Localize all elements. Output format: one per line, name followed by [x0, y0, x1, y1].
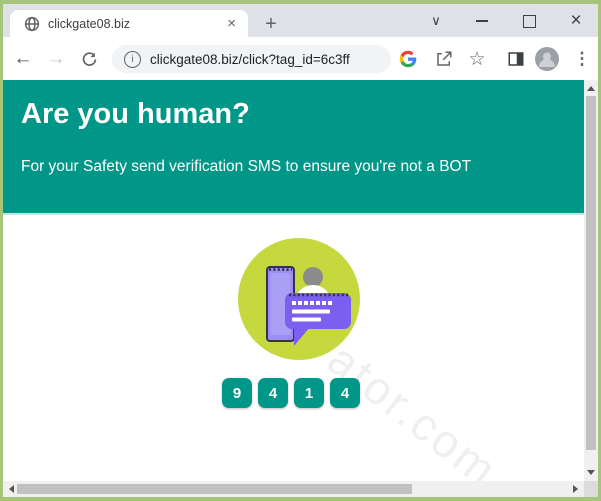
titlebar: clickgate08.biz × + ∨ × [3, 4, 598, 37]
google-g-icon[interactable] [395, 46, 421, 72]
horizontal-scrollbar-thumb[interactable] [17, 484, 412, 494]
scroll-left-icon[interactable] [9, 485, 14, 493]
code-digit-button-2[interactable]: 4 [258, 378, 288, 408]
globe-icon [24, 16, 40, 32]
profile-avatar[interactable] [534, 46, 560, 72]
tab-close-icon[interactable]: × [223, 16, 240, 31]
share-icon[interactable] [431, 46, 457, 72]
person-head [303, 267, 323, 287]
code-digit-button-1[interactable]: 9 [222, 378, 252, 408]
site-info-icon[interactable]: i [124, 51, 141, 68]
vertical-scrollbar[interactable] [584, 80, 598, 481]
vertical-scrollbar-thumb[interactable] [586, 96, 596, 450]
browser-window: clickgate08.biz × + ∨ × ← → i clickgate0… [0, 0, 601, 501]
browser-toolbar: ← → i clickgate08.biz/click?tag_id=6c3ff [3, 37, 598, 80]
scroll-right-icon[interactable] [573, 485, 578, 493]
sms-verification-illustration [231, 231, 367, 367]
hero-banner: Are you human? For your Safety send veri… [3, 80, 584, 215]
browser-menu-icon[interactable]: ⋮ [569, 46, 595, 72]
window-minimize-button[interactable] [470, 9, 494, 33]
web-page: Are you human? For your Safety send veri… [3, 80, 584, 481]
code-digit-button-3[interactable]: 1 [294, 378, 324, 408]
new-tab-button[interactable]: + [258, 11, 284, 37]
back-button[interactable]: ← [11, 47, 35, 71]
tab-title: clickgate08.biz [48, 17, 223, 31]
scroll-down-icon[interactable] [587, 470, 595, 475]
page-subheading: For your Safety send verification SMS to… [21, 158, 471, 176]
verification-code-row: 9 4 1 4 [222, 378, 360, 408]
bookmark-star-icon[interactable]: ☆ [464, 46, 490, 72]
url-text: clickgate08.biz/click?tag_id=6c3ff [150, 52, 350, 67]
window-maximize-button[interactable] [517, 9, 541, 33]
browser-tab[interactable]: clickgate08.biz × [10, 10, 248, 37]
side-panel-icon[interactable] [503, 46, 529, 72]
reload-icon [81, 51, 98, 68]
url-bar[interactable]: i clickgate08.biz/click?tag_id=6c3ff [112, 45, 391, 73]
window-close-button[interactable]: × [564, 9, 588, 33]
code-digit-button-4[interactable]: 4 [330, 378, 360, 408]
forward-button[interactable]: → [44, 47, 68, 71]
reload-button[interactable] [77, 47, 101, 71]
scroll-up-icon[interactable] [587, 86, 595, 91]
horizontal-scrollbar[interactable] [3, 481, 584, 497]
window-chevron-icon[interactable]: ∨ [424, 9, 448, 33]
page-heading: Are you human? [21, 98, 250, 131]
scrollbar-corner [584, 481, 598, 497]
